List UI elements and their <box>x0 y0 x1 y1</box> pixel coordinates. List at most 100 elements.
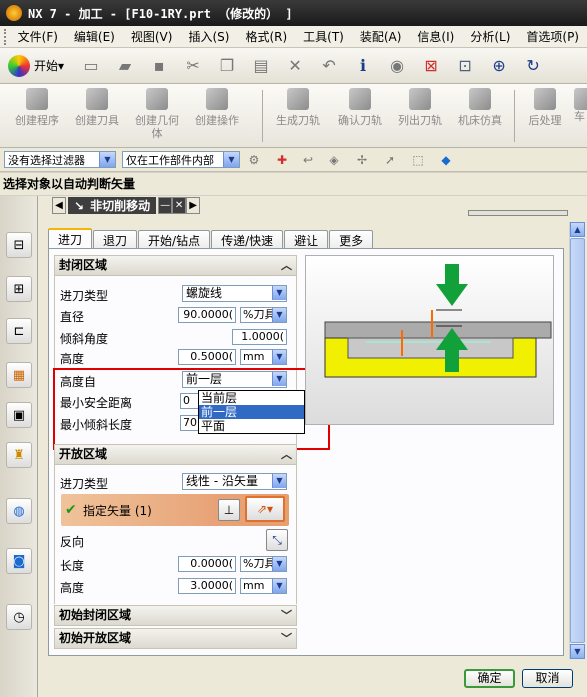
machine-simulation-button[interactable]: 机床仿真 <box>452 88 508 127</box>
open-folder-icon[interactable]: ▰ <box>113 54 137 78</box>
edge-icon[interactable]: ➚ <box>381 148 399 172</box>
scroll-down-icon[interactable]: ▼ <box>570 644 585 659</box>
cut-icon[interactable]: ✂ <box>181 54 205 78</box>
create-program-button[interactable]: 创建程序 <box>10 88 64 127</box>
list-toolpath-button[interactable]: 列出刀轨 <box>392 88 448 127</box>
menu-info[interactable]: 信息(I) <box>409 28 462 45</box>
curve-icon[interactable]: ✢ <box>353 148 371 172</box>
reuse-library-icon[interactable]: ▣ <box>6 402 32 428</box>
length-input[interactable]: 0.0000( <box>178 556 236 572</box>
length-unit-select[interactable]: %刀具 ▼ <box>240 556 287 572</box>
menu-insert[interactable]: 插入(S) <box>180 28 237 45</box>
ok-button[interactable]: 确定 <box>464 669 515 688</box>
initial-closed-region-header[interactable]: 初始封闭区域 ﹀ <box>54 605 297 626</box>
menu-edit[interactable]: 编辑(E) <box>66 28 123 45</box>
height-unit-select[interactable]: mm ▼ <box>240 349 287 365</box>
type-filter-combo[interactable]: 没有选择过滤器 ▼ <box>4 151 116 168</box>
open-engage-type-select[interactable]: 线性 - 沿矢量 ▼ <box>182 473 287 490</box>
menu-tools[interactable]: 工具(T) <box>295 28 352 45</box>
selection-bar: 没有选择过滤器 ▼ 仅在工作部件内部 ▼ ⚙ ✚ ↩ ◈ ✢ ➚ ⬚ ◆ <box>0 148 587 172</box>
minimize-icon[interactable]: — <box>158 197 173 214</box>
undo-icon[interactable]: ↶ <box>317 54 341 78</box>
menu-view[interactable]: 视图(V) <box>123 28 181 45</box>
resource-bar: ⊟ ⊞ ⊏ ▦ ▣ ♜ ◍ ◙ ◷ <box>0 196 38 697</box>
start-button[interactable]: 开始 ▾ <box>8 54 64 77</box>
closed-engage-type-select[interactable]: 螺旋线 ▼ <box>182 285 287 302</box>
height-label: 高度 <box>60 352 85 366</box>
reverse-label: 反向 <box>60 535 85 549</box>
fit-view-icon[interactable]: ⊠ <box>419 54 443 78</box>
closed-region-header[interactable]: 封闭区域 ︿ <box>54 255 297 276</box>
menu-format[interactable]: 格式(R) <box>237 28 295 45</box>
tab-avoidance[interactable]: 避让 <box>284 230 329 249</box>
tab-retract[interactable]: 退刀 <box>93 230 138 249</box>
open-height-input[interactable]: 3.0000( <box>178 578 236 594</box>
lathe-button[interactable]: 车 <box>574 88 587 123</box>
menu-assembly[interactable]: 装配(A) <box>352 28 410 45</box>
delete-icon[interactable]: ✕ <box>283 54 307 78</box>
create-geometry-button[interactable]: 创建几何体 <box>130 88 184 140</box>
cancel-button[interactable]: 取消 <box>522 669 573 688</box>
rectangle-select-icon[interactable]: ⬚ <box>409 148 427 172</box>
menu-analysis[interactable]: 分析(L) <box>462 28 518 45</box>
copy-icon[interactable]: ❐ <box>215 54 239 78</box>
paste-icon[interactable]: ▤ <box>249 54 273 78</box>
open-region-header[interactable]: 开放区域 ︿ <box>54 444 297 465</box>
selection-scope-combo[interactable]: 仅在工作部件内部 ▼ <box>122 151 240 168</box>
zoom-window-icon[interactable]: ⊡ <box>453 54 477 78</box>
chevron-down-icon: ﹀ <box>281 609 292 622</box>
tab-more[interactable]: 更多 <box>329 230 374 249</box>
diameter-unit-select[interactable]: %刀具 ▼ <box>240 307 287 323</box>
menu-file[interactable]: 文件(F) <box>10 28 66 45</box>
create-geometry-label: 创建几何体 <box>135 114 179 140</box>
engage-diagram-svg <box>324 264 552 378</box>
rotate-icon[interactable]: ↻ <box>521 54 545 78</box>
toolbar-separator <box>262 90 263 142</box>
create-operation-button[interactable]: 创建操作 <box>190 88 244 127</box>
dialog-scrollbar[interactable]: ▲ ▼ <box>569 222 585 659</box>
menu-preferences[interactable]: 首选项(P) <box>518 28 587 45</box>
save-icon[interactable]: ▪ <box>147 54 171 78</box>
zoom-icon[interactable]: ⊕ <box>487 54 511 78</box>
machine-simulation-label: 机床仿真 <box>458 114 502 127</box>
chevron-left-icon[interactable]: ◀ <box>52 197 66 214</box>
scroll-up-icon[interactable]: ▲ <box>570 222 585 237</box>
tab-transfer[interactable]: 传递/快速 <box>211 230 284 249</box>
vector-dialog-icon[interactable]: ⊥ <box>218 499 240 521</box>
postprocess-button[interactable]: 后处理 <box>522 88 568 127</box>
create-tool-button[interactable]: 创建刀具 <box>70 88 124 127</box>
clock-icon[interactable]: ◷ <box>6 604 32 630</box>
info-icon[interactable]: ℹ <box>351 54 375 78</box>
arrow-icon[interactable]: ↩ <box>301 148 315 172</box>
chevron-down-icon: ▼ <box>272 557 286 571</box>
history-icon[interactable]: ♜ <box>6 442 32 468</box>
generate-toolpath-button[interactable]: 生成刀轨 <box>270 88 326 127</box>
part-navigator-icon[interactable]: ▦ <box>6 362 32 388</box>
chevron-down-icon: ▼ <box>272 474 286 488</box>
machine-tool-icon[interactable]: ⊞ <box>6 276 32 302</box>
reverse-direction-icon[interactable]: ⤡ <box>266 529 288 551</box>
open-height-unit-select[interactable]: mm ▼ <box>240 578 287 594</box>
snap-point-icon[interactable]: ✚ <box>273 148 291 172</box>
assembly-navigator-icon[interactable]: ⊏ <box>6 318 32 344</box>
tab-start-drill[interactable]: 开始/钻点 <box>138 230 211 249</box>
operation-navigator-icon[interactable]: ⊟ <box>6 232 32 258</box>
palette-icon[interactable]: ◙ <box>6 548 32 574</box>
diameter-input[interactable]: 90.0000( <box>178 307 236 323</box>
verify-toolpath-button[interactable]: 确认刀轨 <box>332 88 388 127</box>
height-input[interactable]: 0.5000( <box>178 349 236 365</box>
cube-icon[interactable]: ◆ <box>437 148 455 172</box>
close-icon[interactable]: ✕ <box>172 197 187 214</box>
view-options-icon[interactable]: ◉ <box>385 54 409 78</box>
tab-engage[interactable]: 进刀 <box>48 228 93 249</box>
ramp-angle-input[interactable]: 1.0000( <box>232 329 287 345</box>
inferred-vector-icon[interactable]: ⇗▾ <box>245 496 285 522</box>
new-file-icon[interactable]: ▭ <box>79 54 103 78</box>
selection-filter-icon[interactable]: ⚙ <box>245 148 263 172</box>
scroll-thumb[interactable] <box>570 238 585 643</box>
initial-open-region-header[interactable]: 初始开放区域 ﹀ <box>54 628 297 649</box>
web-browser-icon[interactable]: ◍ <box>6 498 32 524</box>
height-unit-value: mm <box>243 350 265 363</box>
solid-body-icon[interactable]: ◈ <box>325 148 343 172</box>
chevron-right-icon[interactable]: ▶ <box>186 197 201 214</box>
